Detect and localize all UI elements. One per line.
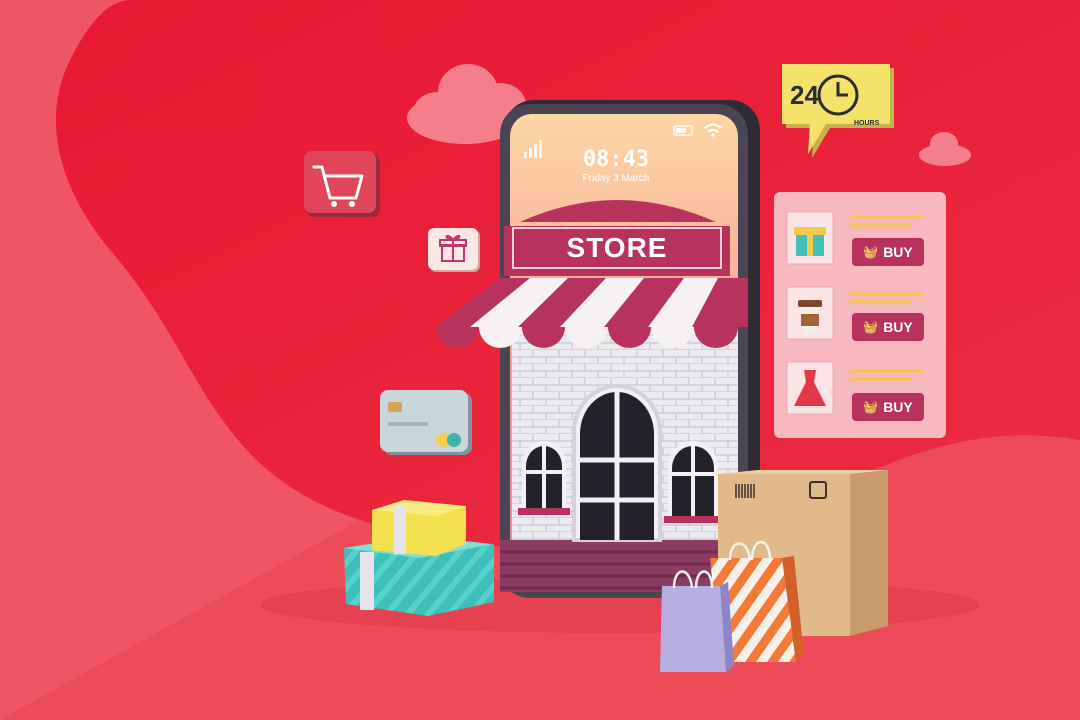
phone-date: Friday 3 March <box>582 173 650 184</box>
badge-24h-caption: HOURS <box>854 120 880 127</box>
basket-icon: 🧺 <box>863 400 879 414</box>
buy-button-gift[interactable]: 🧺 BUY <box>852 238 924 266</box>
buy-button-coffee[interactable]: 🧺 BUY <box>852 313 924 341</box>
buy-button-label: BUY <box>883 244 913 260</box>
basket-icon: 🧺 <box>863 320 879 334</box>
gift-tile <box>428 228 480 272</box>
credit-card <box>380 390 472 455</box>
badge-24h-number: 24 <box>790 80 819 110</box>
buy-button-label: BUY <box>883 399 913 415</box>
phone-time: 08:43 <box>582 147 650 172</box>
store-sign: STORE <box>566 232 668 263</box>
buy-button-label: BUY <box>883 319 913 335</box>
buy-button-dress[interactable]: 🧺 BUY <box>852 393 924 421</box>
illustration <box>0 0 1080 720</box>
basket-icon: 🧺 <box>863 245 879 259</box>
cart-tile <box>304 151 380 217</box>
store-building <box>500 330 744 592</box>
